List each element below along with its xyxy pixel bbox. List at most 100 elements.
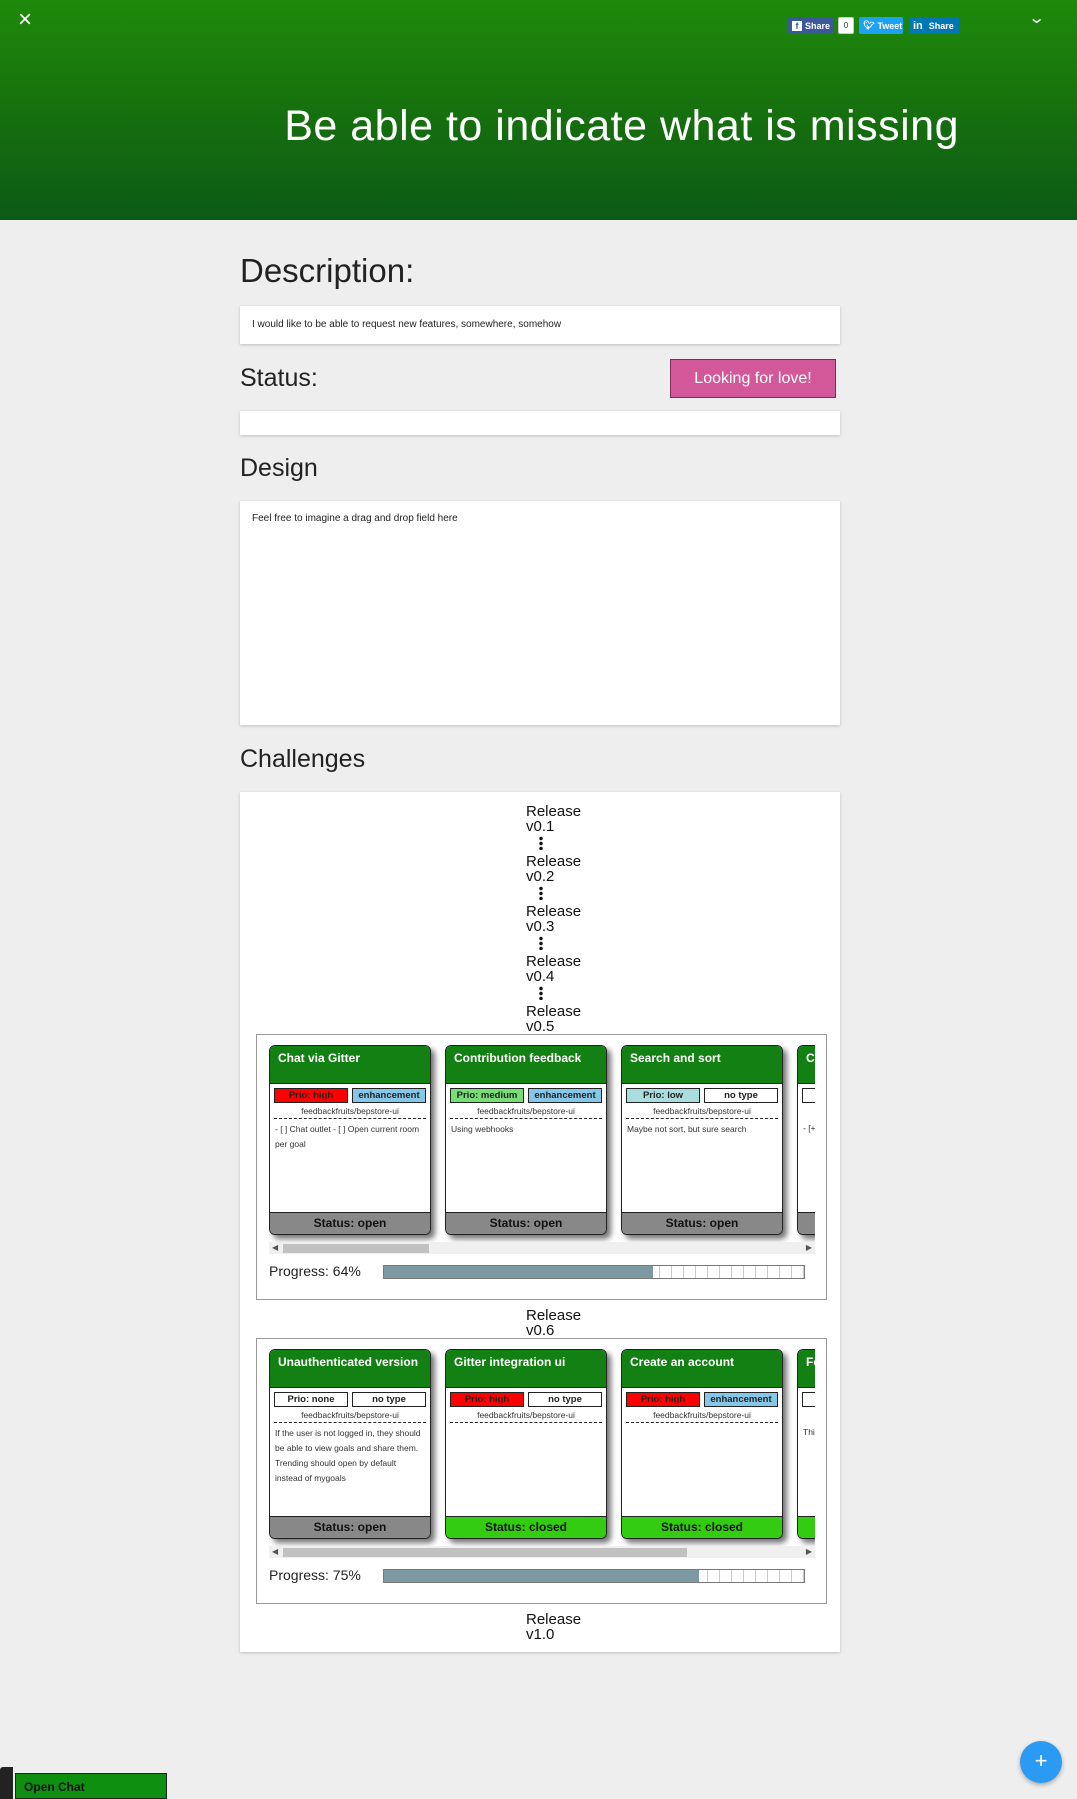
type-tag: no type xyxy=(352,1392,426,1407)
challenge-status: Status: closed xyxy=(622,1516,782,1538)
scrollbar-thumb[interactable] xyxy=(283,1548,687,1557)
release-connector xyxy=(539,836,543,850)
release-label: Release v0.5 xyxy=(526,1003,582,1035)
scrollbar-thumb[interactable] xyxy=(283,1244,429,1253)
release-label: Release v0.1 xyxy=(526,803,582,835)
scroll-left-icon[interactable]: ◀ xyxy=(272,1243,278,1252)
linkedin-share-label: Share xyxy=(928,20,954,31)
goal-title: Be able to indicate what is missing xyxy=(284,102,959,150)
facebook-share-button[interactable]: f Share xyxy=(788,17,834,34)
challenge-status: Status: open xyxy=(270,1516,430,1538)
challenge-card[interactable]: Create an account Prio: high enhancement… xyxy=(621,1349,783,1539)
challenge-card[interactable]: Search and sort Prio: low no type feedba… xyxy=(621,1045,783,1235)
challenge-status: Status: open xyxy=(270,1212,430,1234)
scroll-right-icon[interactable]: ▶ xyxy=(806,1243,812,1252)
close-icon[interactable]: × xyxy=(18,6,32,34)
repo-label: feedbackfruits/bepstore-ui xyxy=(450,1407,602,1423)
progress-fill xyxy=(384,1570,699,1582)
priority-tag: Prio: high xyxy=(450,1392,524,1407)
release-connector xyxy=(539,936,543,950)
design-text: Feel free to imagine a drag and drop fie… xyxy=(252,513,458,524)
challenge-title: Create an account xyxy=(622,1350,782,1388)
linkedin-icon: in xyxy=(913,19,923,32)
release-label: Release v1.0 xyxy=(526,1611,582,1643)
type-tag: enhancement xyxy=(704,1392,778,1407)
challenges-heading: Challenges xyxy=(240,745,366,773)
priority-tag: Prio: high xyxy=(274,1088,348,1103)
challenge-status: Status: open xyxy=(622,1212,782,1234)
priority-tag xyxy=(802,1392,815,1407)
challenge-card[interactable]: Unauthenticated version Prio: none no ty… xyxy=(269,1349,431,1539)
chevron-down-icon[interactable]: ⌄ xyxy=(1028,8,1045,28)
type-tag: enhancement xyxy=(528,1088,602,1103)
challenge-title: Search and sort xyxy=(622,1046,782,1084)
challenge-body xyxy=(446,1423,606,1429)
facebook-share-label: Share xyxy=(804,20,830,31)
challenge-body: Using webhooks xyxy=(451,1124,514,1134)
priority-tag xyxy=(802,1088,815,1103)
linkedin-share-button[interactable]: in Share xyxy=(909,17,959,34)
challenge-title: Unauthenticated version xyxy=(270,1350,430,1388)
challenge-card[interactable]: Chat via Gitter Prio: high enhancement f… xyxy=(269,1045,431,1235)
priority-tag: Prio: high xyxy=(626,1392,700,1407)
facebook-icon: f xyxy=(792,20,802,31)
challenge-body: If the user is not logged in, they shoul… xyxy=(275,1428,421,1483)
release-label: Release v0.6 xyxy=(526,1307,582,1339)
release-group: Unauthenticated version Prio: none no ty… xyxy=(256,1338,827,1604)
type-tag: enhancement xyxy=(352,1088,426,1103)
challenge-card[interactable]: Fe Thi and api me api fee xyxy=(797,1349,815,1539)
priority-tag: Prio: low xyxy=(626,1088,700,1103)
repo-label: feedbackfruits/bepstore-ui xyxy=(450,1103,602,1119)
repo-label: feedbackfruits/bepstore-ui xyxy=(274,1407,426,1423)
release-group: Chat via Gitter Prio: high enhancement f… xyxy=(256,1034,827,1300)
progress-fill xyxy=(384,1266,653,1278)
design-heading: Design xyxy=(240,454,318,482)
tweet-button[interactable]: 🐦︎ Tweet xyxy=(859,17,903,34)
progress-bar xyxy=(383,1265,805,1279)
goal-header: × f Share 0 🐦︎ Tweet in Share ⌄ Be able … xyxy=(0,0,1077,220)
challenge-status: Status: open xyxy=(446,1212,606,1234)
challenge-status: Status: closed xyxy=(446,1516,606,1538)
scroll-right-icon[interactable]: ▶ xyxy=(806,1547,812,1556)
release-connector xyxy=(539,886,543,900)
release-label: Release v0.2 xyxy=(526,853,582,885)
priority-tag: Prio: medium xyxy=(450,1088,524,1103)
scroll-left-icon[interactable]: ◀ xyxy=(272,1547,278,1556)
challenges-card: Release v0.1 Release v0.2 Release v0.3 Rele… xyxy=(240,792,840,1652)
horizontal-scrollbar[interactable]: ◀ ▶ xyxy=(269,1546,815,1558)
priority-tag: Prio: none xyxy=(274,1392,348,1407)
challenge-body: Thi and api me api fee xyxy=(803,1427,815,1437)
challenge-card[interactable]: C p - [+ [+] xyxy=(797,1045,815,1235)
design-card: Feel free to imagine a drag and drop fie… xyxy=(240,501,840,725)
challenge-body xyxy=(622,1423,782,1429)
challenge-title: C p xyxy=(798,1046,815,1084)
progress-label: Progress: 64% xyxy=(269,1263,361,1279)
facebook-share-count: 0 xyxy=(838,17,854,34)
release-label: Release v0.3 xyxy=(526,903,582,935)
description-heading: Description: xyxy=(240,252,415,289)
type-tag: no type xyxy=(704,1088,778,1103)
description-card: I would like to be able to request new f… xyxy=(240,306,840,344)
challenge-title: Chat via Gitter xyxy=(270,1046,430,1084)
challenge-card[interactable]: Contribution feedback Prio: medium enhan… xyxy=(445,1045,607,1235)
status-heading: Status: xyxy=(240,364,318,392)
twitter-icon: 🐦︎ xyxy=(863,20,875,30)
challenge-card-row[interactable]: Chat via Gitter Prio: high enhancement f… xyxy=(269,1045,815,1245)
type-tag: no type xyxy=(528,1392,602,1407)
chat-tab-handle[interactable] xyxy=(0,1767,13,1799)
challenge-card-row[interactable]: Unauthenticated version Prio: none no ty… xyxy=(269,1349,815,1549)
challenge-body: - [+ [+] xyxy=(803,1123,815,1133)
progress-label: Progress: 75% xyxy=(269,1567,361,1583)
horizontal-scrollbar[interactable]: ◀ ▶ xyxy=(269,1242,815,1254)
release-connector xyxy=(539,986,543,1000)
challenge-status xyxy=(798,1516,815,1538)
challenge-status xyxy=(798,1212,815,1234)
open-chat-button[interactable]: Open Chat xyxy=(15,1773,167,1799)
tweet-label: Tweet xyxy=(877,20,903,31)
repo-label: feedbackfruits/bepstore-ui xyxy=(274,1103,426,1119)
challenge-body: Maybe not sort, but sure search xyxy=(627,1124,747,1134)
challenge-card[interactable]: Gitter integration ui Prio: high no type… xyxy=(445,1349,607,1539)
add-icon[interactable]: + xyxy=(1020,1741,1062,1783)
status-badge[interactable]: Looking for love! xyxy=(670,359,836,398)
repo-label: feedbackfruits/bepstore-ui xyxy=(626,1103,778,1119)
